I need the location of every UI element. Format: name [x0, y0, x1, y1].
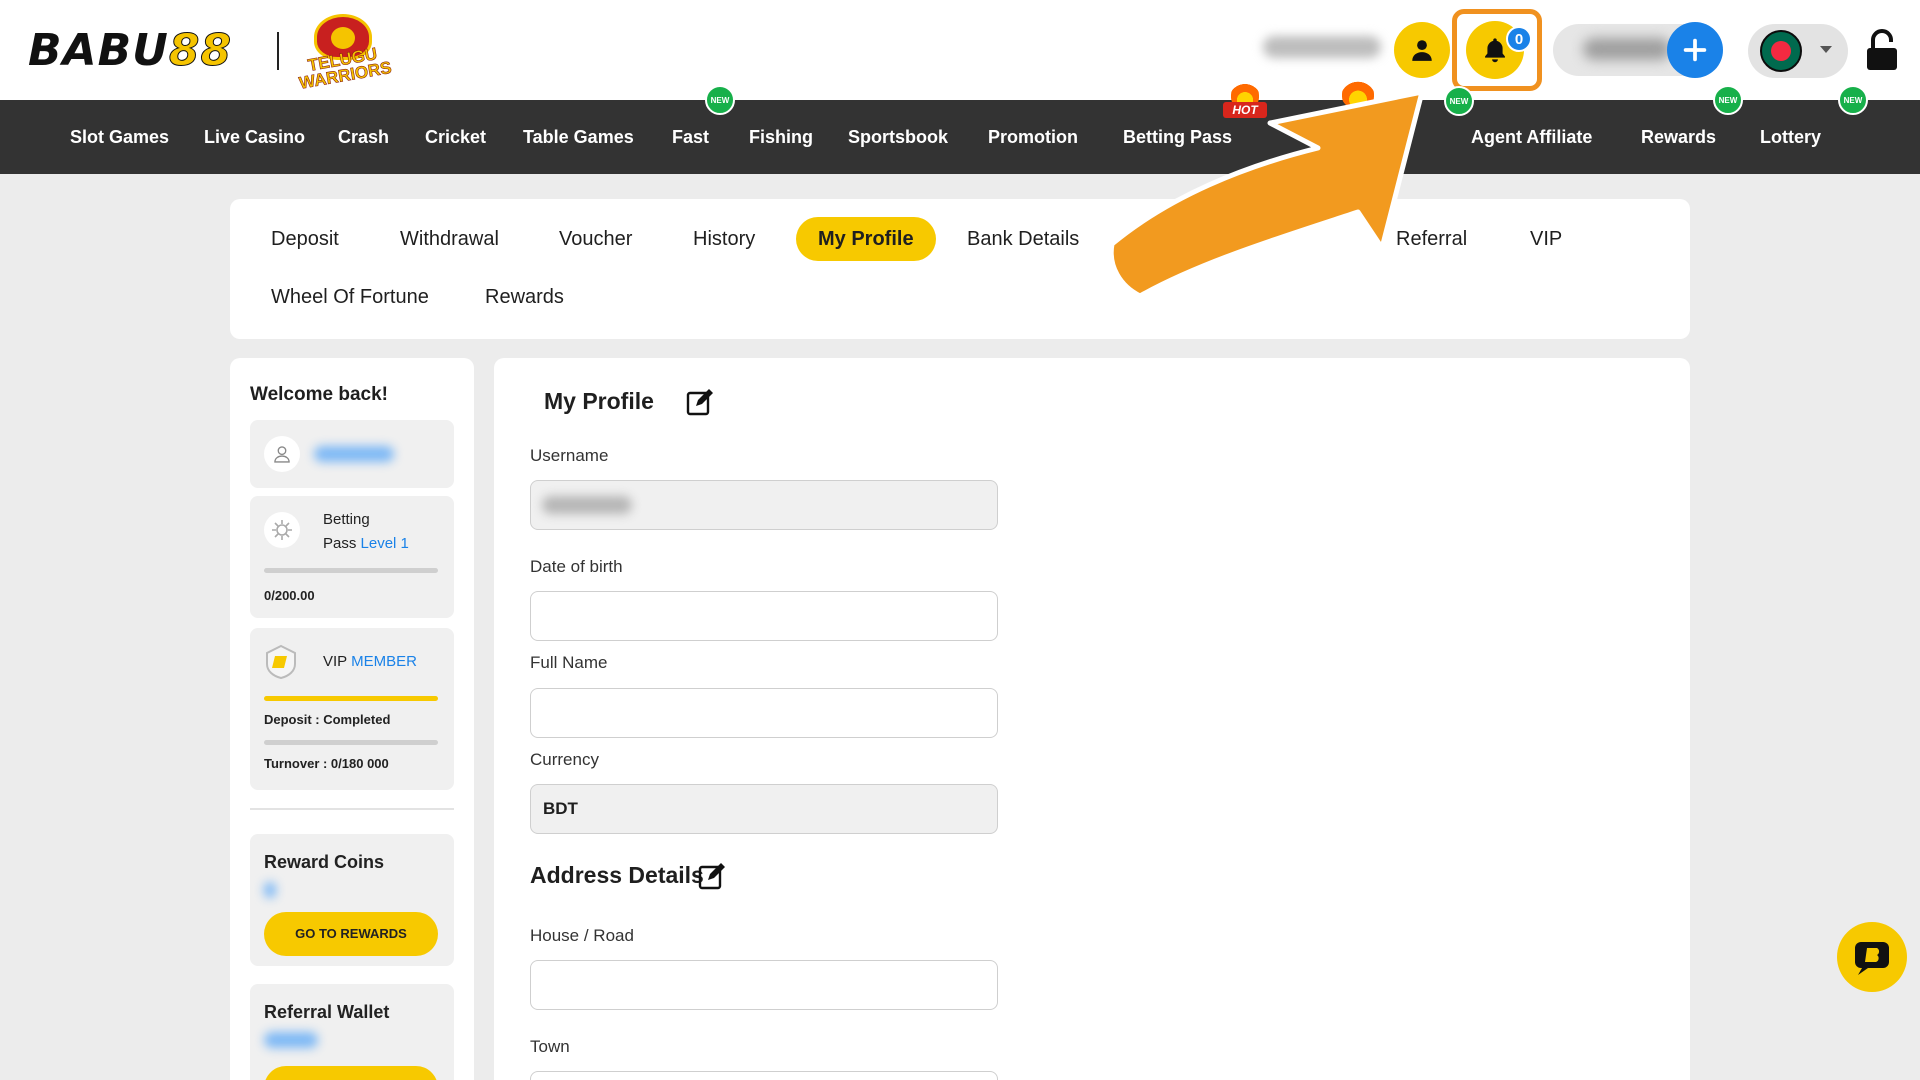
vip-tier: MEMBER: [351, 653, 417, 670]
blurred-user-link[interactable]: [314, 446, 394, 462]
referral-wallet-button[interactable]: [264, 1066, 438, 1080]
vip-turnover-progress-bar: [264, 740, 438, 745]
tab-wheel-of-fortune[interactable]: Wheel Of Fortune: [271, 275, 429, 319]
account-button[interactable]: [1394, 22, 1450, 78]
notification-count-badge: 0: [1506, 26, 1532, 52]
blurred-username: [1263, 36, 1381, 58]
logout-lock-icon[interactable]: [1865, 28, 1899, 72]
betting-pass-card[interactable]: Betting Pass Level 1 0/200.00: [250, 496, 454, 618]
go-to-rewards-button[interactable]: GO TO REWARDS: [264, 912, 438, 956]
plus-icon: [1683, 38, 1707, 62]
tab-vip[interactable]: VIP: [1530, 217, 1562, 261]
fire-icon: [1342, 80, 1374, 108]
address-details-title: Address Details: [530, 862, 704, 888]
nav-sportsbook[interactable]: Sportsbook: [848, 100, 948, 174]
bell-icon: [1485, 38, 1505, 63]
nav-live-casino[interactable]: Live Casino: [204, 100, 305, 174]
date-of-birth-input[interactable]: [530, 591, 998, 641]
page-title: My Profile: [544, 388, 654, 414]
nav-betting-pass[interactable]: Betting Pass: [1123, 100, 1232, 174]
nav-promotion[interactable]: Promotion: [988, 100, 1078, 174]
house-road-label: House / Road: [530, 926, 634, 945]
betting-pass-icon: [264, 512, 300, 548]
live-chat-button[interactable]: [1837, 922, 1907, 992]
account-sidebar: Welcome back! Betting Pass Level 1 0/200…: [230, 358, 474, 1080]
tab-withdrawal[interactable]: Withdrawal: [400, 217, 499, 261]
tab-deposit[interactable]: Deposit: [271, 217, 339, 261]
fullname-label: Full Name: [530, 653, 608, 672]
tab-rewards[interactable]: Rewards: [485, 275, 564, 319]
referral-wallet-card: Referral Wallet: [250, 984, 454, 1080]
betting-pass-progress-text: 0/200.00: [264, 588, 315, 603]
vip-turnover-text: Turnover : 0/180 000: [264, 756, 389, 771]
nav-rewards[interactable]: Rewards: [1641, 100, 1716, 174]
new-badge-lottery: NEW: [1838, 85, 1868, 115]
vip-card[interactable]: VIP MEMBER Deposit : Completed Turnover …: [250, 628, 454, 790]
account-tabs: Deposit Withdrawal Voucher History My Pr…: [230, 199, 1690, 339]
nav-cricket[interactable]: Cricket: [425, 100, 486, 174]
language-selector[interactable]: [1748, 24, 1848, 78]
main-nav: Slot Games Live Casino Crash Cricket Tab…: [0, 100, 1920, 174]
user-card: [250, 420, 454, 488]
top-header: BABU88 TELUGU WARRIORS 0: [0, 0, 1920, 100]
nav-agent-affiliate[interactable]: Agent Affiliate: [1471, 100, 1592, 174]
tab-history[interactable]: History: [693, 217, 755, 261]
reward-coins-title: Reward Coins: [264, 852, 385, 872]
blurred-coin-value: [264, 882, 276, 898]
username-label: Username: [530, 446, 609, 465]
nav-slot-games[interactable]: Slot Games: [70, 100, 169, 174]
vip-deposit-text: Deposit : Completed: [264, 712, 391, 727]
new-badge-agent-affiliate: NEW: [1444, 86, 1474, 116]
nav-fast[interactable]: Fast: [672, 100, 709, 174]
vip-badge-icon: [266, 644, 296, 680]
user-outline-icon: [274, 446, 290, 463]
currency-field: [530, 784, 998, 834]
nav-crash[interactable]: Crash: [338, 100, 389, 174]
tab-bank-details[interactable]: Bank Details: [967, 217, 1079, 261]
reward-coins-card: Reward Coins GO TO REWARDS: [250, 834, 454, 966]
chevron-down-icon: [1820, 46, 1832, 53]
brand-logo[interactable]: BABU88: [28, 24, 232, 76]
nav-table-games[interactable]: Table Games: [523, 100, 634, 174]
edit-address-icon[interactable]: [698, 862, 726, 890]
referral-wallet-title: Referral Wallet: [264, 1002, 390, 1022]
blurred-balance: [1583, 38, 1671, 60]
dob-label: Date of birth: [530, 557, 623, 576]
deposit-add-button[interactable]: [1667, 22, 1723, 78]
blurred-username-value: [542, 496, 632, 514]
betting-pass-level: Level 1: [360, 535, 409, 552]
tab-referral[interactable]: Referral: [1396, 217, 1467, 261]
partner-logo: TELUGU WARRIORS: [292, 14, 396, 93]
edit-icon[interactable]: [686, 388, 714, 416]
town-input[interactable]: [530, 1071, 998, 1080]
blurred-referral-value: [264, 1032, 318, 1048]
nav-fishing[interactable]: Fishing: [749, 100, 813, 174]
profile-card: My Profile Username Date of birth Full N…: [494, 358, 1690, 1080]
new-badge-fast: NEW: [705, 85, 735, 115]
vip-deposit-progress-bar: [264, 696, 438, 701]
chat-icon: [1855, 942, 1889, 975]
full-name-input[interactable]: [530, 688, 998, 738]
betting-pass-progress-bar: [264, 568, 438, 573]
user-icon: [1412, 40, 1432, 61]
tab-my-profile[interactable]: My Profile: [796, 217, 936, 261]
house-road-input[interactable]: [530, 960, 998, 1010]
bangladesh-flag-icon: [1760, 30, 1802, 72]
avatar: [264, 436, 300, 472]
nav-lottery[interactable]: Lottery: [1760, 100, 1821, 174]
sidebar-divider: [250, 808, 454, 810]
tab-voucher[interactable]: Voucher: [559, 217, 632, 261]
currency-label: Currency: [530, 750, 599, 769]
logo-divider: [277, 32, 279, 70]
new-badge-rewards: NEW: [1713, 85, 1743, 115]
welcome-heading: Welcome back!: [250, 384, 388, 405]
hot-badge-betting-pass: HOT: [1223, 82, 1267, 122]
town-label: Town: [530, 1037, 570, 1056]
